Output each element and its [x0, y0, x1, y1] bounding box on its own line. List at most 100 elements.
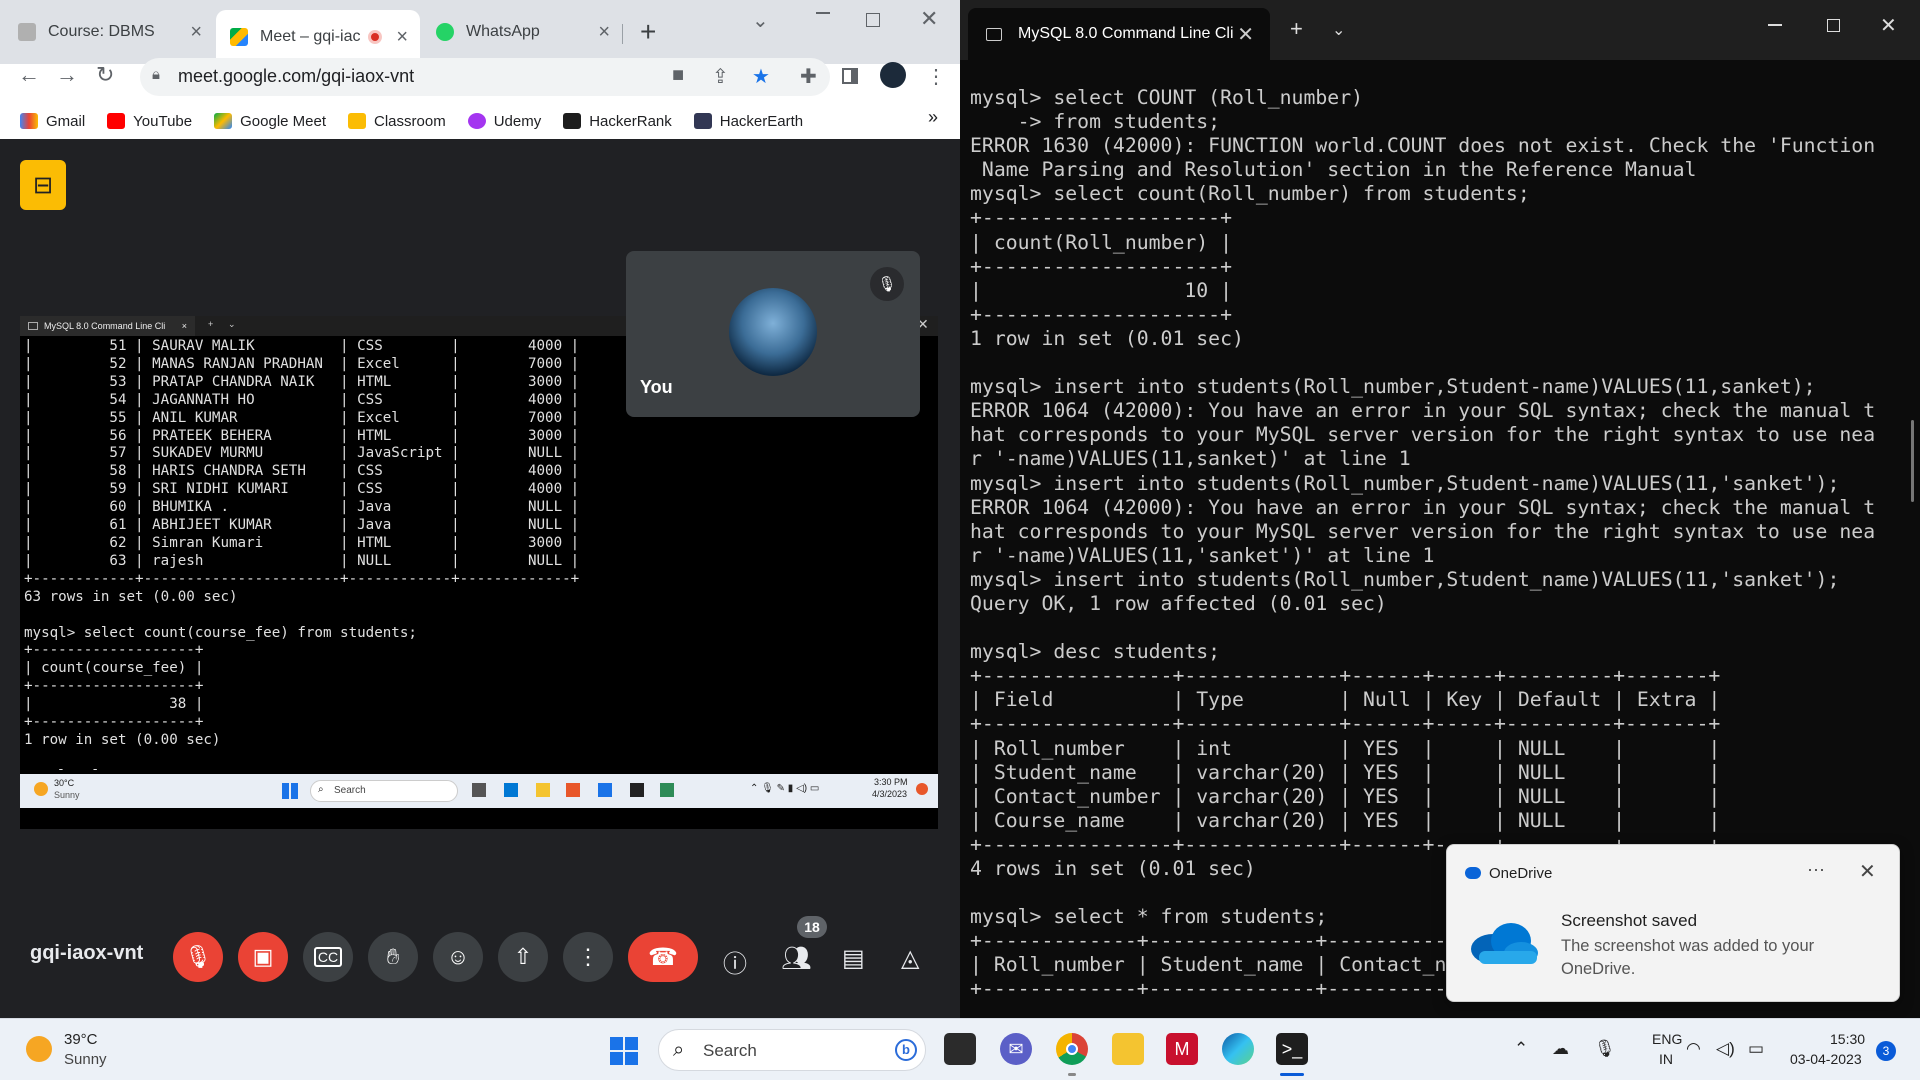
reload-icon[interactable]: ↻ — [96, 62, 114, 88]
tab-meet[interactable]: Meet – gqi-iac × — [216, 10, 420, 64]
new-tab-button[interactable]: + — [1290, 16, 1303, 42]
weather-temperature[interactable]: 39°C — [64, 1031, 98, 1048]
captions-button[interactable]: CC — [303, 932, 353, 982]
chevron-down-icon[interactable]: ⌄ — [752, 8, 769, 33]
new-tab-button[interactable]: + — [640, 16, 656, 48]
close-window-button[interactable]: ✕ — [920, 6, 938, 32]
shared-terminal-line: | 38 | — [24, 696, 204, 713]
activities-icon[interactable]: ◬ — [901, 944, 919, 973]
meeting-info-icon[interactable]: ⓘ — [723, 944, 747, 979]
gmail-icon — [20, 113, 38, 129]
whatsapp-icon — [436, 23, 454, 41]
raise-hand-button[interactable]: ✋︎ — [368, 932, 418, 982]
battery-icon[interactable]: ▭ — [1748, 1039, 1764, 1059]
scrollbar[interactable] — [1911, 420, 1914, 502]
meet-stage: ⊟ MySQL 8.0 Command Line Cli × + ⌄ | 51 … — [0, 139, 960, 1018]
chevron-down-icon[interactable]: ⌄ — [1332, 20, 1345, 40]
plus-icon: + — [208, 319, 214, 329]
weather-description[interactable]: Sunny — [64, 1051, 107, 1068]
more-options-button[interactable]: ⋮ — [563, 932, 613, 982]
close-icon[interactable]: ✕ — [1237, 22, 1254, 47]
side-panel-icon[interactable] — [842, 68, 858, 84]
chat-icon[interactable]: ▤ — [842, 944, 865, 973]
bookmark-gmail[interactable]: Gmail — [20, 113, 85, 130]
terminal-line: | Contact_number | varchar(20) | YES | |… — [970, 784, 1721, 808]
bookmark-udemy[interactable]: Udemy — [467, 113, 541, 130]
file-explorer-icon[interactable] — [1112, 1033, 1144, 1065]
url-text[interactable]: meet.google.com/gqi-iaox-vnt — [178, 66, 414, 87]
maximize-button[interactable] — [866, 13, 880, 27]
terminal-line: r '-name)VALUES(11,sanket)' at line 1 — [970, 447, 1411, 471]
bookmark-hackerrank[interactable]: HackerRank — [563, 113, 672, 130]
maximize-button[interactable] — [1827, 19, 1840, 32]
bookmark-hackerearth[interactable]: HackerEarth — [693, 113, 803, 130]
present-button[interactable]: ⇧ — [498, 932, 548, 982]
chrome-icon[interactable] — [1056, 1033, 1088, 1065]
bookmarks-overflow-button[interactable]: » — [928, 107, 938, 128]
people-icon[interactable]: 👥︎ — [781, 944, 811, 973]
shared-terminal-line: 63 rows in set (0.00 sec) — [24, 588, 238, 605]
back-arrow-icon[interactable]: ← — [18, 62, 40, 88]
bookmarks-bar: Gmail YouTube Google Meet Classroom Udem… — [0, 103, 960, 139]
clock-time[interactable]: 15:30 — [1830, 1031, 1865, 1047]
volume-icon[interactable]: ◁) — [1716, 1039, 1735, 1059]
language-indicator[interactable]: ENG — [1652, 1031, 1682, 1047]
camera-icon[interactable]: ■ — [672, 64, 684, 87]
lock-icon[interactable]: 🔒︎ — [152, 66, 160, 83]
app-icon — [504, 783, 518, 797]
shared-terminal-line: +-------------------+ — [24, 714, 204, 731]
close-icon[interactable]: × — [396, 26, 408, 49]
notification-count-badge[interactable]: 3 — [1876, 1041, 1896, 1061]
mic-toggle-button[interactable]: 🎙︎ — [173, 932, 223, 982]
bookmark-classroom[interactable]: Classroom — [348, 113, 446, 130]
terminal-line: ERROR 1064 (42000): You have an error in… — [970, 399, 1876, 423]
wifi-icon[interactable]: ◠ — [1686, 1039, 1701, 1059]
minimize-button[interactable] — [816, 12, 830, 14]
edge-icon[interactable] — [1222, 1033, 1254, 1065]
share-icon[interactable]: ⇪ — [712, 64, 729, 89]
close-icon: × — [181, 321, 187, 331]
reactions-button[interactable]: ☺ — [433, 932, 483, 982]
tab-course-dbms[interactable]: Course: DBMS × — [4, 12, 214, 52]
participant-count-badge: 18 — [797, 916, 827, 938]
extensions-puzzle-icon[interactable]: ✚ — [800, 64, 817, 89]
camera-toggle-button[interactable]: ▣ — [238, 932, 288, 982]
terminal-tab[interactable]: MySQL 8.0 Command Line Cli ✕ — [968, 8, 1270, 60]
microphone-icon[interactable]: 🎙︎ — [1594, 1039, 1616, 1059]
close-window-button[interactable]: ✕ — [1880, 13, 1897, 38]
terminal-icon[interactable]: >_ — [1276, 1033, 1308, 1065]
profile-avatar[interactable] — [880, 62, 906, 88]
terminal-line: 1 row in set (0.01 sec) — [970, 326, 1244, 350]
teams-chat-icon[interactable]: ✉ — [1000, 1033, 1032, 1065]
bookmark-star-icon[interactable]: ★ — [752, 64, 770, 89]
close-icon[interactable]: × — [598, 21, 610, 44]
mcafee-icon[interactable]: M — [1166, 1033, 1198, 1065]
app-icon — [660, 783, 674, 797]
task-view-icon[interactable] — [944, 1033, 976, 1065]
self-video-tile[interactable]: 🎙︎ You — [626, 251, 920, 417]
chevron-up-icon[interactable]: ⌃ — [1514, 1039, 1528, 1059]
close-icon[interactable]: × — [190, 21, 202, 44]
shared-terminal-line: | 63 | rajesh | NULL | NULL | — [24, 552, 580, 569]
bing-icon[interactable]: b — [895, 1039, 917, 1061]
close-icon[interactable]: ✕ — [1859, 859, 1876, 884]
sun-icon[interactable] — [26, 1036, 52, 1062]
clock-date[interactable]: 03-04-2023 — [1790, 1051, 1862, 1067]
bookmark-google-meet[interactable]: Google Meet — [214, 113, 326, 130]
region-indicator[interactable]: IN — [1659, 1051, 1673, 1067]
search-box — [310, 780, 458, 802]
minimize-button[interactable] — [1768, 24, 1782, 26]
windows-start-button[interactable] — [610, 1037, 638, 1065]
end-call-button[interactable]: ☎︎ — [628, 932, 698, 982]
terminal-line: r '-name)VALUES(11,'sanket')' at line 1 — [970, 543, 1435, 567]
forward-arrow-icon[interactable]: → — [56, 62, 78, 88]
onedrive-tray-icon[interactable]: ☁ — [1552, 1039, 1569, 1059]
more-options-button[interactable]: ··· — [1807, 859, 1825, 880]
taskbar-search-box[interactable]: ⌕ Search b — [658, 1029, 926, 1071]
onedrive-notification[interactable]: OneDrive ··· ✕ Screenshot saved The scre… — [1446, 844, 1900, 1002]
shared-terminal-line — [24, 750, 934, 768]
tab-whatsapp[interactable]: WhatsApp × — [422, 12, 622, 52]
bookmark-youtube[interactable]: YouTube — [107, 113, 192, 130]
more-vert-icon[interactable]: ⋮ — [926, 64, 946, 89]
presentation-badge-icon[interactable]: ⊟ — [20, 160, 66, 210]
